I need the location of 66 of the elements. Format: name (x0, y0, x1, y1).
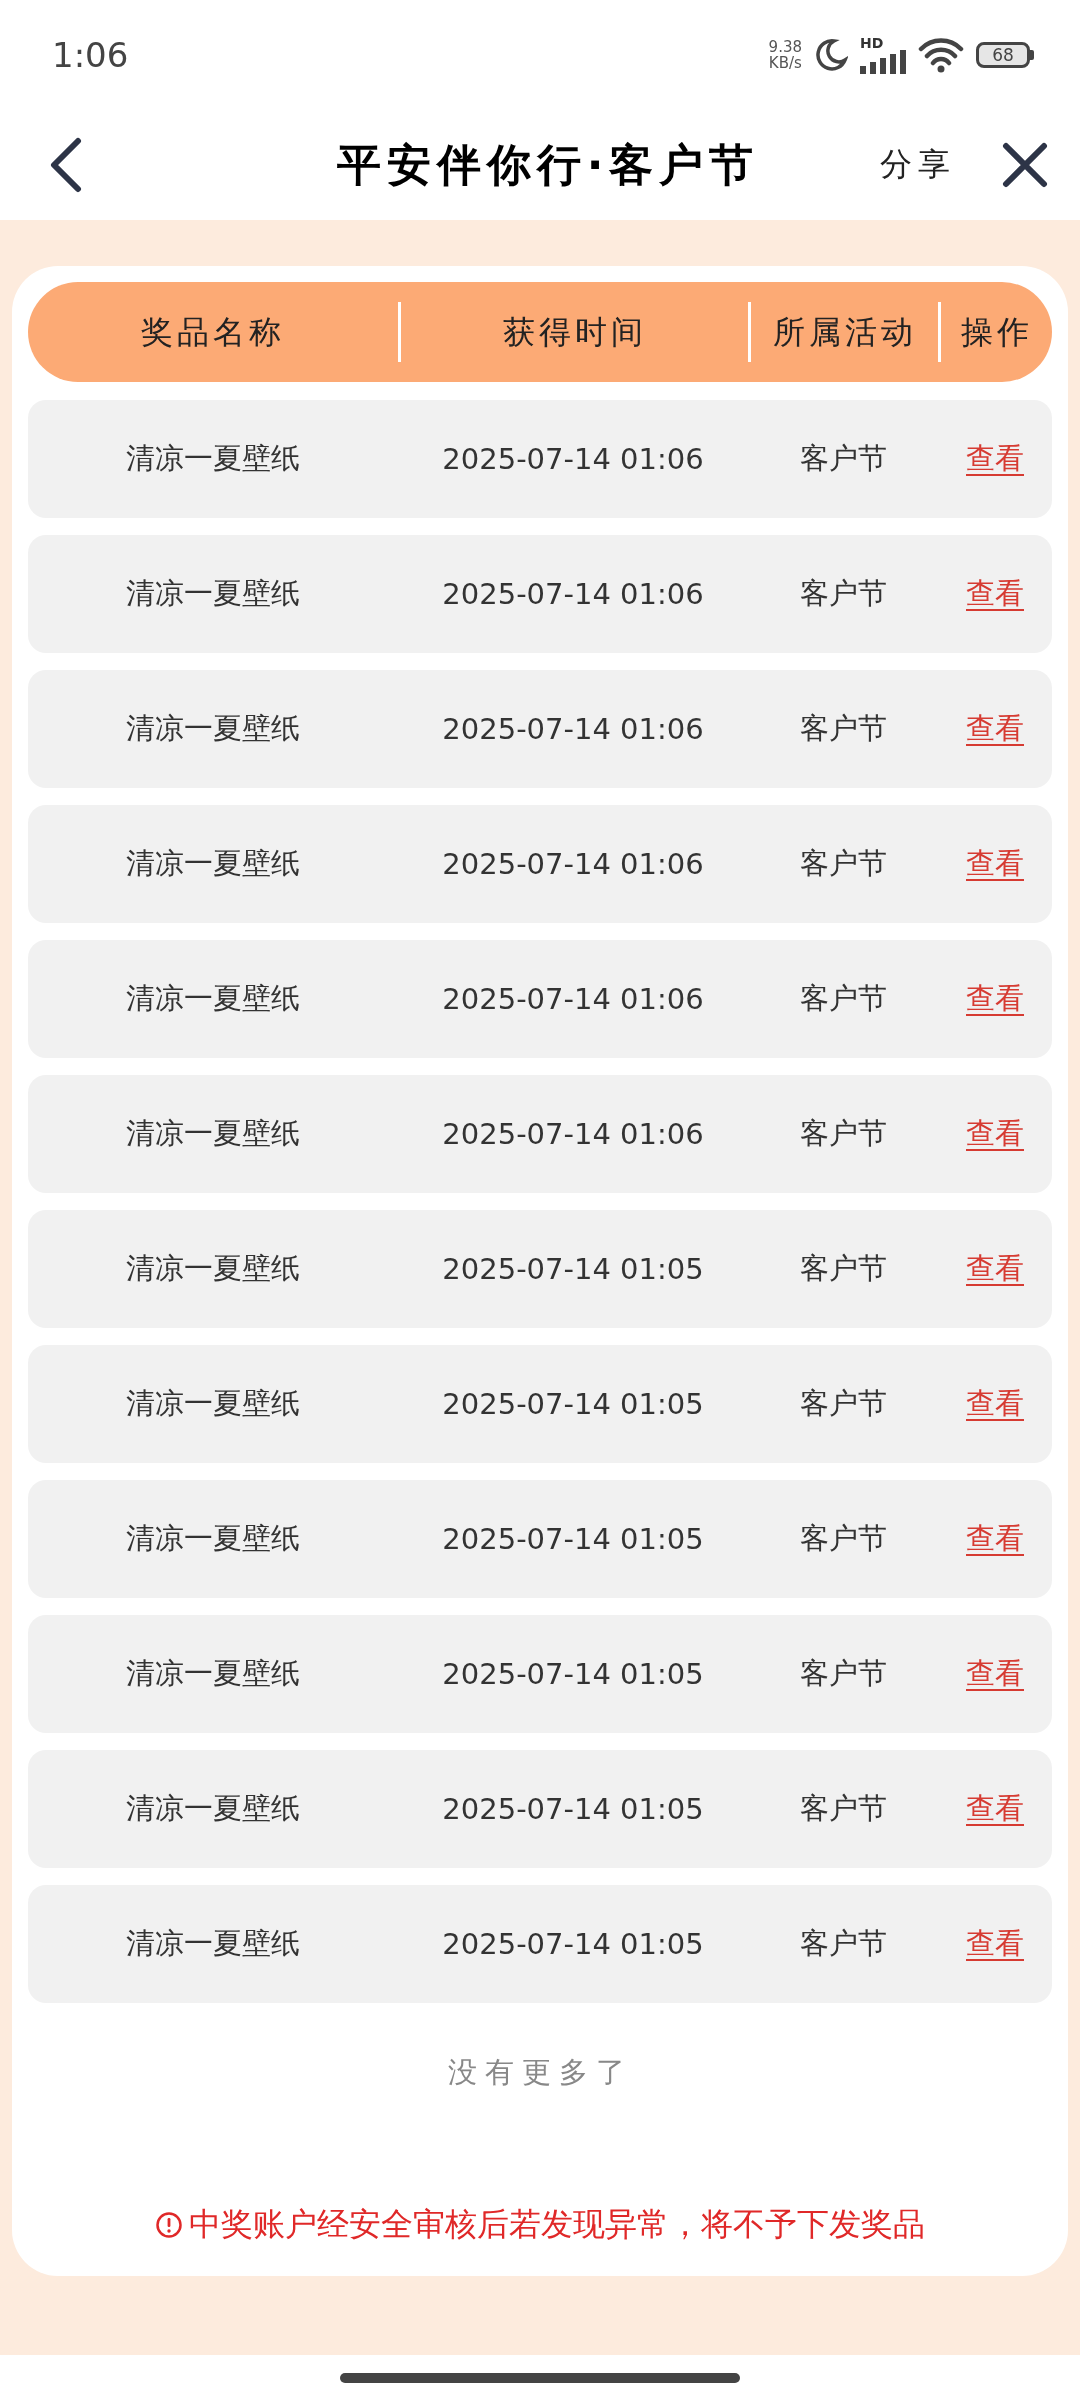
view-link[interactable]: 查看 (966, 439, 1024, 479)
home-indicator[interactable] (340, 2372, 740, 2383)
activity-cell-text: 客户节 (798, 980, 888, 1017)
obtained-time-cell-text: 2025-07-14 01:05 (441, 1522, 705, 1556)
prize-name-cell-text: 清凉一夏壁纸 (125, 575, 301, 612)
column-header: 奖品名称 (140, 312, 286, 353)
view-link[interactable]: 查看 (966, 1924, 1024, 1964)
obtained-time-cell-text: 2025-07-14 01:05 (441, 1927, 705, 1961)
wifi-icon (918, 37, 964, 73)
activity-cell-text: 客户节 (798, 1925, 888, 1962)
activity-cell-text: 客户节 (798, 710, 888, 747)
obtained-time-cell-text: 2025-07-14 01:06 (441, 577, 705, 611)
view-link[interactable]: 查看 (966, 1519, 1024, 1559)
view-link[interactable]: 查看 (966, 1384, 1024, 1424)
obtained-time-cell-text: 2025-07-14 01:06 (441, 712, 705, 746)
activity-cell-text: 客户节 (798, 1385, 888, 1422)
obtained-time-cell-text: 2025-07-14 01:06 (441, 847, 705, 881)
prize-name-cell-text: 清凉一夏壁纸 (125, 1790, 301, 1827)
obtained-time-cell-text: 2025-07-14 01:06 (441, 982, 705, 1016)
activity-cell-text: 客户节 (798, 440, 888, 477)
prize-name-cell-text: 清凉一夏壁纸 (125, 1655, 301, 1692)
view-link[interactable]: 查看 (966, 1114, 1024, 1154)
column-header: 所属活动 (748, 302, 938, 362)
prize-name-cell-text: 清凉一夏壁纸 (125, 1250, 301, 1287)
network-type-label: HD (860, 36, 884, 50)
prize-name-cell-text: 清凉一夏壁纸 (125, 1925, 301, 1962)
network-speed-unit: KB/s (768, 55, 802, 71)
obtained-time-cell-text: 2025-07-14 01:06 (441, 442, 705, 476)
activity-cell-text: 客户节 (798, 1250, 888, 1287)
prize-name-cell-text: 清凉一夏壁纸 (125, 845, 301, 882)
prize-name-cell-text: 清凉一夏壁纸 (125, 710, 301, 747)
view-link[interactable]: 查看 (966, 1789, 1024, 1829)
activity-cell-text: 客户节 (798, 845, 888, 882)
view-link[interactable]: 查看 (966, 709, 1024, 749)
view-link[interactable]: 查看 (966, 1249, 1024, 1289)
activity-cell-text: 客户节 (798, 1655, 888, 1692)
obtained-time-cell-text: 2025-07-14 01:05 (441, 1657, 705, 1691)
column-header: 获得时间 (398, 302, 748, 362)
prize-name-cell-text: 清凉一夏壁纸 (125, 1520, 301, 1557)
view-link[interactable]: 查看 (966, 574, 1024, 614)
activity-cell-text: 客户节 (798, 1115, 888, 1152)
view-link[interactable]: 查看 (966, 844, 1024, 884)
obtained-time-cell-text: 2025-07-14 01:06 (441, 1117, 705, 1151)
view-link[interactable]: 查看 (966, 1654, 1024, 1694)
prize-name-cell-text: 清凉一夏壁纸 (125, 1385, 301, 1422)
obtained-time-cell-text: 2025-07-14 01:05 (441, 1252, 705, 1286)
signal-icon (860, 50, 906, 74)
obtained-time-cell-text: 2025-07-14 01:05 (441, 1792, 705, 1826)
share-button[interactable]: 分享 (880, 143, 956, 187)
warning-text: 中奖账户经安全审核后若发现异常，将不予下发奖品 (189, 2204, 925, 2245)
close-button[interactable] (1000, 140, 1050, 190)
prize-name-cell-text: 清凉一夏壁纸 (125, 440, 301, 477)
activity-cell-text: 客户节 (798, 1520, 888, 1557)
page-title: 平安伴你行·客户节 (335, 137, 761, 192)
column-header: 操作 (938, 302, 1052, 362)
no-more-text: 没有更多了 (446, 2054, 634, 2091)
moon-icon (814, 38, 848, 72)
obtained-time-cell-text: 2025-07-14 01:05 (441, 1387, 705, 1421)
prize-name-cell-text: 清凉一夏壁纸 (125, 980, 301, 1017)
view-link[interactable]: 查看 (966, 979, 1024, 1019)
network-speed: 9.38 (768, 39, 802, 55)
activity-cell-text: 客户节 (798, 575, 888, 612)
prize-name-cell-text: 清凉一夏壁纸 (125, 1115, 301, 1152)
warning-icon (155, 2211, 183, 2239)
clock-time: 1:06 (52, 35, 129, 75)
activity-cell-text: 客户节 (798, 1790, 888, 1827)
